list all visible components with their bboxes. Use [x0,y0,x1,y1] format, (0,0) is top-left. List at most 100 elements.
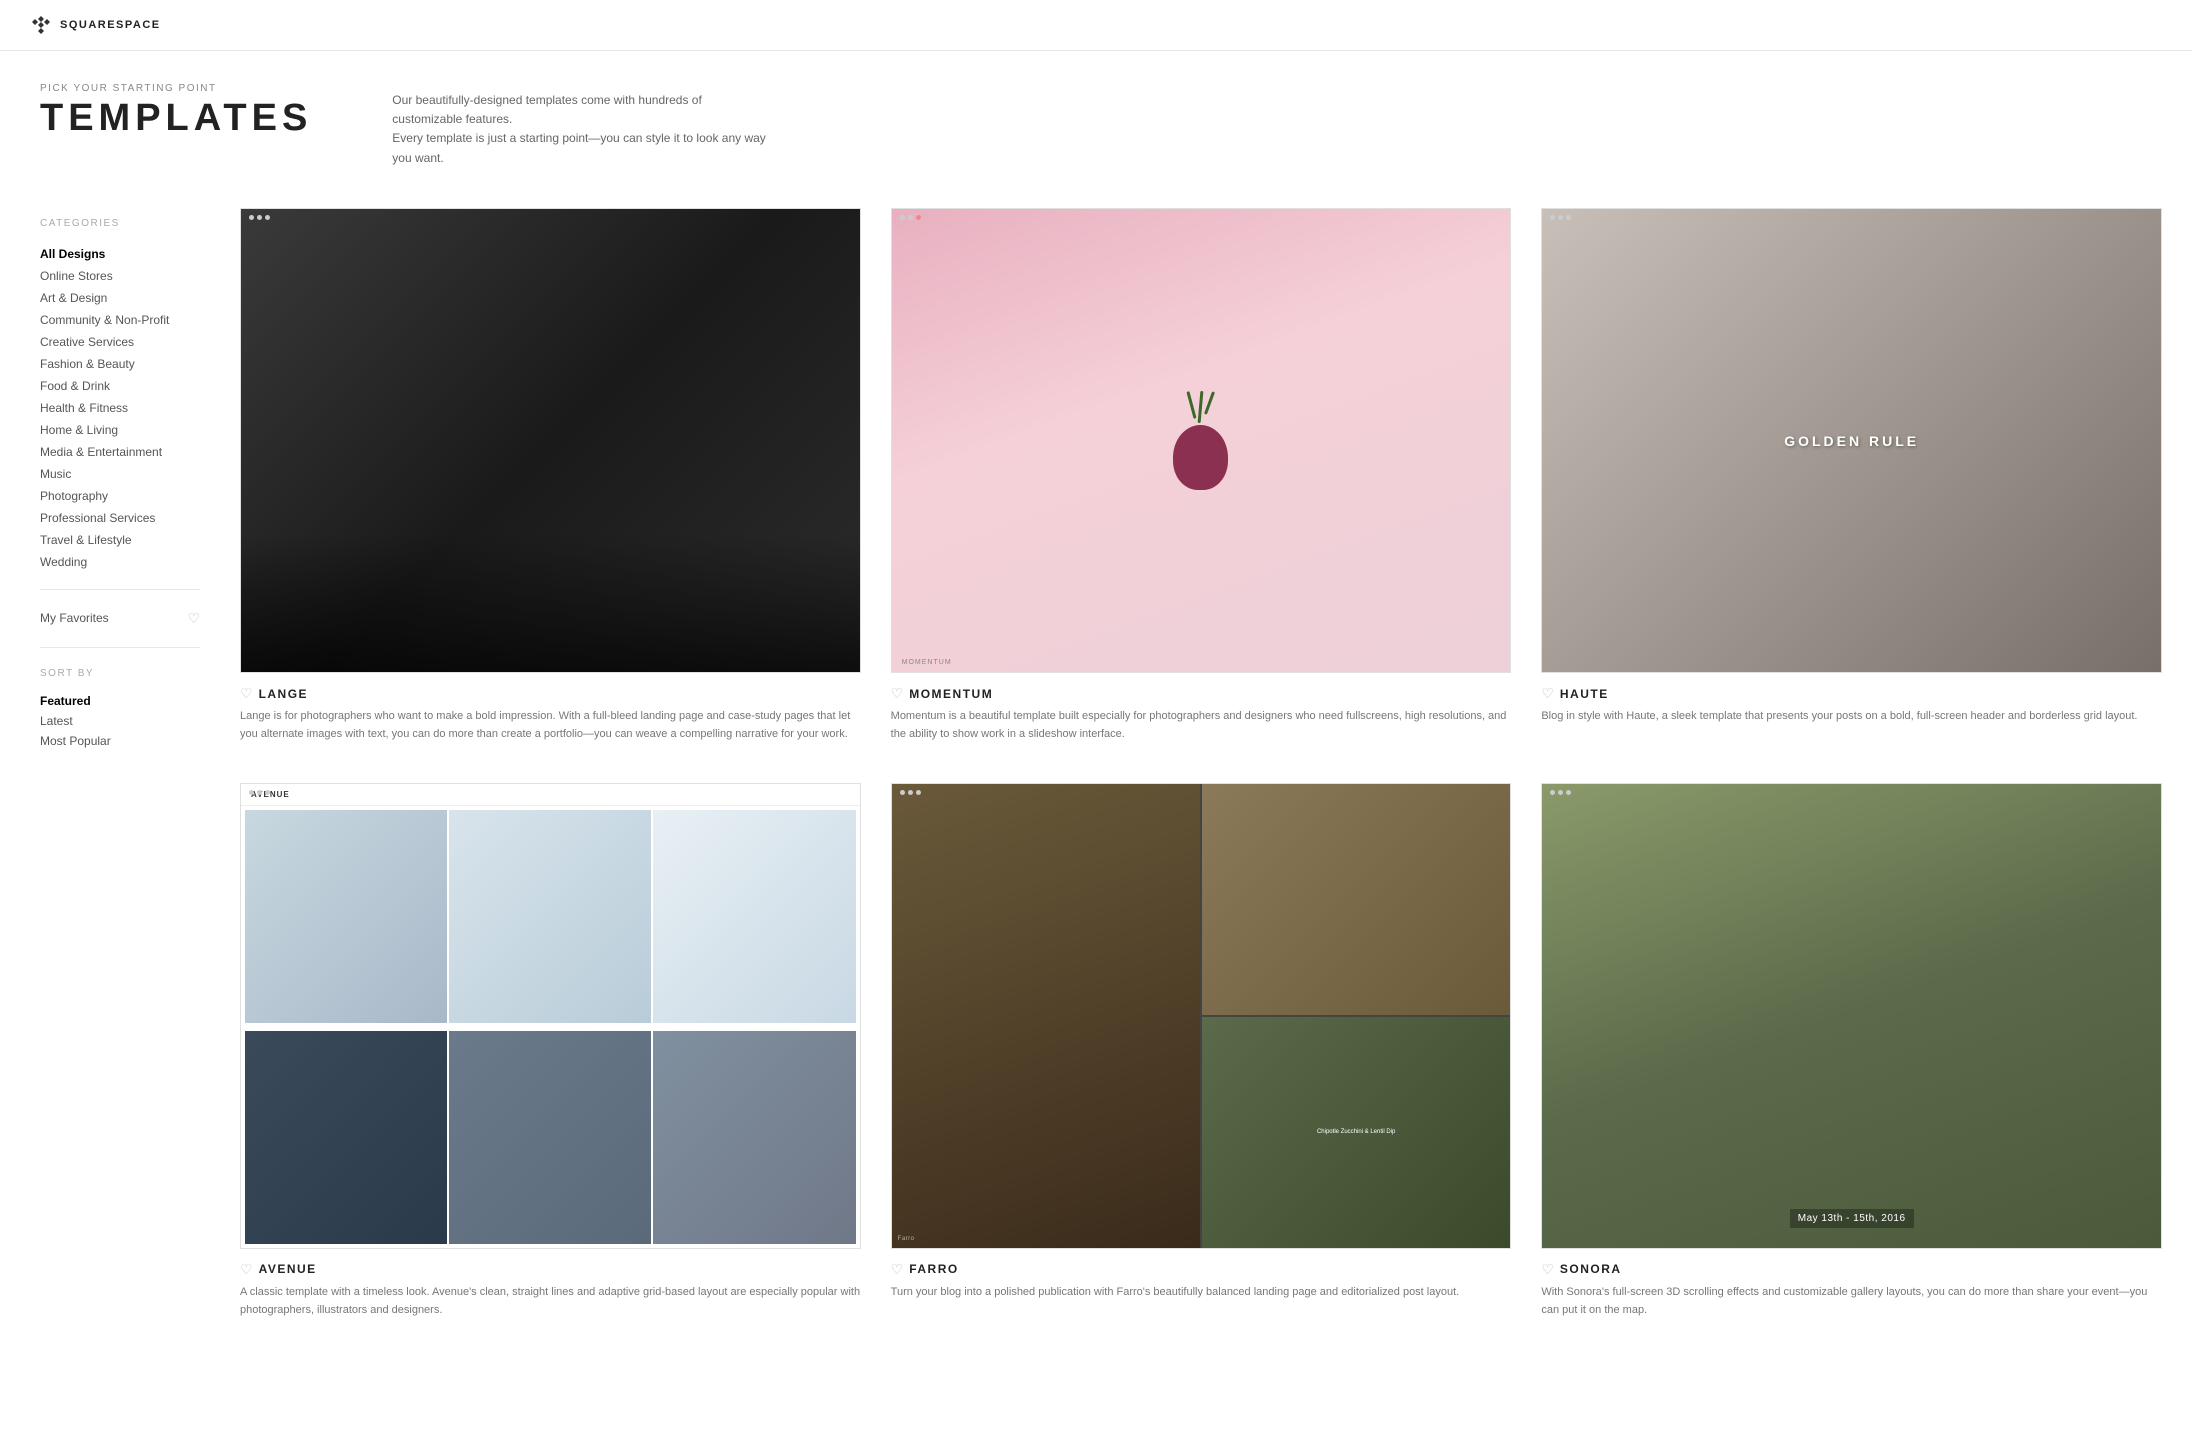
haute-header: ♡ HAUTE [1541,685,2162,702]
avenue-cell-3 [653,810,855,1023]
avenue-cell-5 [449,1031,651,1244]
sidebar-item-all-designs[interactable]: All Designs [40,243,200,265]
dot-2 [257,790,262,795]
content-area: ♡ LANGE Lange is for photographers who w… [220,208,2192,1319]
my-favorites[interactable]: My Favorites ♡ [40,606,200,631]
momentum-name: MOMENTUM [909,687,993,701]
squarespace-logo-icon [30,14,52,36]
sidebar-item-media[interactable]: Media & Entertainment [40,441,200,463]
window-dots-avenue [241,784,278,801]
sonora-heart-icon[interactable]: ♡ [1541,1261,1554,1278]
avenue-name: AVENUE [259,1262,317,1276]
lange-header: ♡ LANGE [240,685,861,702]
avenue-grid-bottom [241,1027,860,1248]
avenue-cell-4 [245,1031,447,1244]
templates-grid: ♡ LANGE Lange is for photographers who w… [240,208,2162,1319]
farro-top-right [1202,784,1510,1015]
farro-cell-text: Chipotle Zucchini & Lentil Dip [1317,1129,1395,1137]
avenue-header: ♡ AVENUE [240,1261,861,1278]
categories-label: CATEGORIES [40,218,200,229]
template-preview-lange[interactable] [240,208,861,673]
sidebar-item-creative-services[interactable]: Creative Services [40,331,200,353]
sidebar-item-music[interactable]: Music [40,463,200,485]
dot-1 [1550,790,1555,795]
template-card-farro: Farro Chipotle Zucchini & Lentil Dip ♡ F… [891,783,1512,1319]
momentum-header: ♡ MOMENTUM [891,685,1512,702]
lange-heart-icon[interactable]: ♡ [240,685,253,702]
template-preview-sonora[interactable]: May 13th - 15th, 2016 [1541,783,2162,1249]
dot-2 [1558,215,1563,220]
window-dots-farro [892,784,929,801]
dot-3 [916,215,921,220]
farro-heart-icon[interactable]: ♡ [891,1261,904,1278]
farro-header: ♡ FARRO [891,1261,1512,1278]
lange-name: LANGE [259,687,309,701]
dot-2 [908,215,913,220]
sidebar-item-health[interactable]: Health & Fitness [40,397,200,419]
header-left: PICK YOUR STARTING POINT TEMPLATES [40,83,312,140]
dot-1 [249,215,254,220]
sidebar: CATEGORIES All Designs Online Stores Art… [0,208,220,1319]
dot-2 [908,790,913,795]
avenue-cell-6 [653,1031,855,1244]
sidebar-item-community[interactable]: Community & Non-Profit [40,309,200,331]
sidebar-item-photography[interactable]: Photography [40,485,200,507]
template-card-sonora: May 13th - 15th, 2016 ♡ SONORA With Sono… [1541,783,2162,1319]
window-dots-sonora [1542,784,1579,801]
dot-2 [1558,790,1563,795]
avenue-cell-2 [449,810,651,1023]
farro-name: FARRO [909,1262,959,1276]
template-preview-avenue[interactable]: AVENUE [240,783,861,1248]
avenue-cell-1 [245,810,447,1023]
sort-most-popular[interactable]: Most Popular [40,731,200,751]
farro-main-image: Farro [892,784,1200,1248]
dot-2 [257,215,262,220]
momentum-bg [892,209,1511,673]
sort-latest[interactable]: Latest [40,711,200,731]
logo-text: SQUARESPACE [60,19,161,31]
dot-3 [265,790,270,795]
header-description-1: Our beautifully-designed templates come … [392,91,772,129]
haute-bg: GOLDEN RULE [1542,209,2161,673]
template-card-haute: GOLDEN RULE ♡ HAUTE Blog in style with H… [1541,208,2162,744]
farro-desc: Turn your blog into a polished publicati… [891,1284,1512,1302]
dot-1 [249,790,254,795]
template-preview-haute[interactable]: GOLDEN RULE [1541,208,2162,674]
haute-heart-icon[interactable]: ♡ [1541,685,1554,702]
dot-1 [900,790,905,795]
template-preview-momentum[interactable]: MOMENTUM [891,208,1512,674]
avenue-grid-top [241,806,860,1027]
sidebar-item-fashion[interactable]: Fashion & Beauty [40,353,200,375]
sidebar-item-wedding[interactable]: Wedding [40,551,200,573]
sonora-desc: With Sonora's full-screen 3D scrolling e… [1541,1284,2162,1319]
sidebar-item-food[interactable]: Food & Drink [40,375,200,397]
main-layout: CATEGORIES All Designs Online Stores Art… [0,188,2192,1359]
sidebar-item-online-stores[interactable]: Online Stores [40,265,200,287]
momentum-desc: Momentum is a beautiful template built e… [891,708,1512,743]
logo-area[interactable]: SQUARESPACE [30,14,161,36]
sidebar-item-home[interactable]: Home & Living [40,419,200,441]
momentum-heart-icon[interactable]: ♡ [891,685,904,702]
favorites-heart-icon: ♡ [187,610,200,627]
beet-veggie [1171,391,1231,491]
avenue-heart-icon[interactable]: ♡ [240,1261,253,1278]
dot-3 [265,215,270,220]
sidebar-item-travel[interactable]: Travel & Lifestyle [40,529,200,551]
sidebar-item-professional[interactable]: Professional Services [40,507,200,529]
avenue-desc: A classic template with a timeless look.… [240,1284,861,1319]
top-bar: SQUARESPACE [0,0,2192,51]
header-description-2: Every template is just a starting point—… [392,129,772,167]
farro-bottom-right: Chipotle Zucchini & Lentil Dip [1202,1017,1510,1248]
sonora-date-text: May 13th - 15th, 2016 [1790,1209,1914,1228]
template-preview-farro[interactable]: Farro Chipotle Zucchini & Lentil Dip [891,783,1512,1249]
dot-1 [900,215,905,220]
sort-label: SORT BY [40,668,200,679]
sidebar-item-art-design[interactable]: Art & Design [40,287,200,309]
my-favorites-label: My Favorites [40,611,109,625]
window-dots [241,209,278,226]
sidebar-divider [40,589,200,590]
lange-bg [241,209,860,672]
lange-desc: Lange is for photographers who want to m… [240,708,861,743]
sonora-name: SONORA [1560,1262,1622,1276]
sort-featured[interactable]: Featured [40,691,200,711]
